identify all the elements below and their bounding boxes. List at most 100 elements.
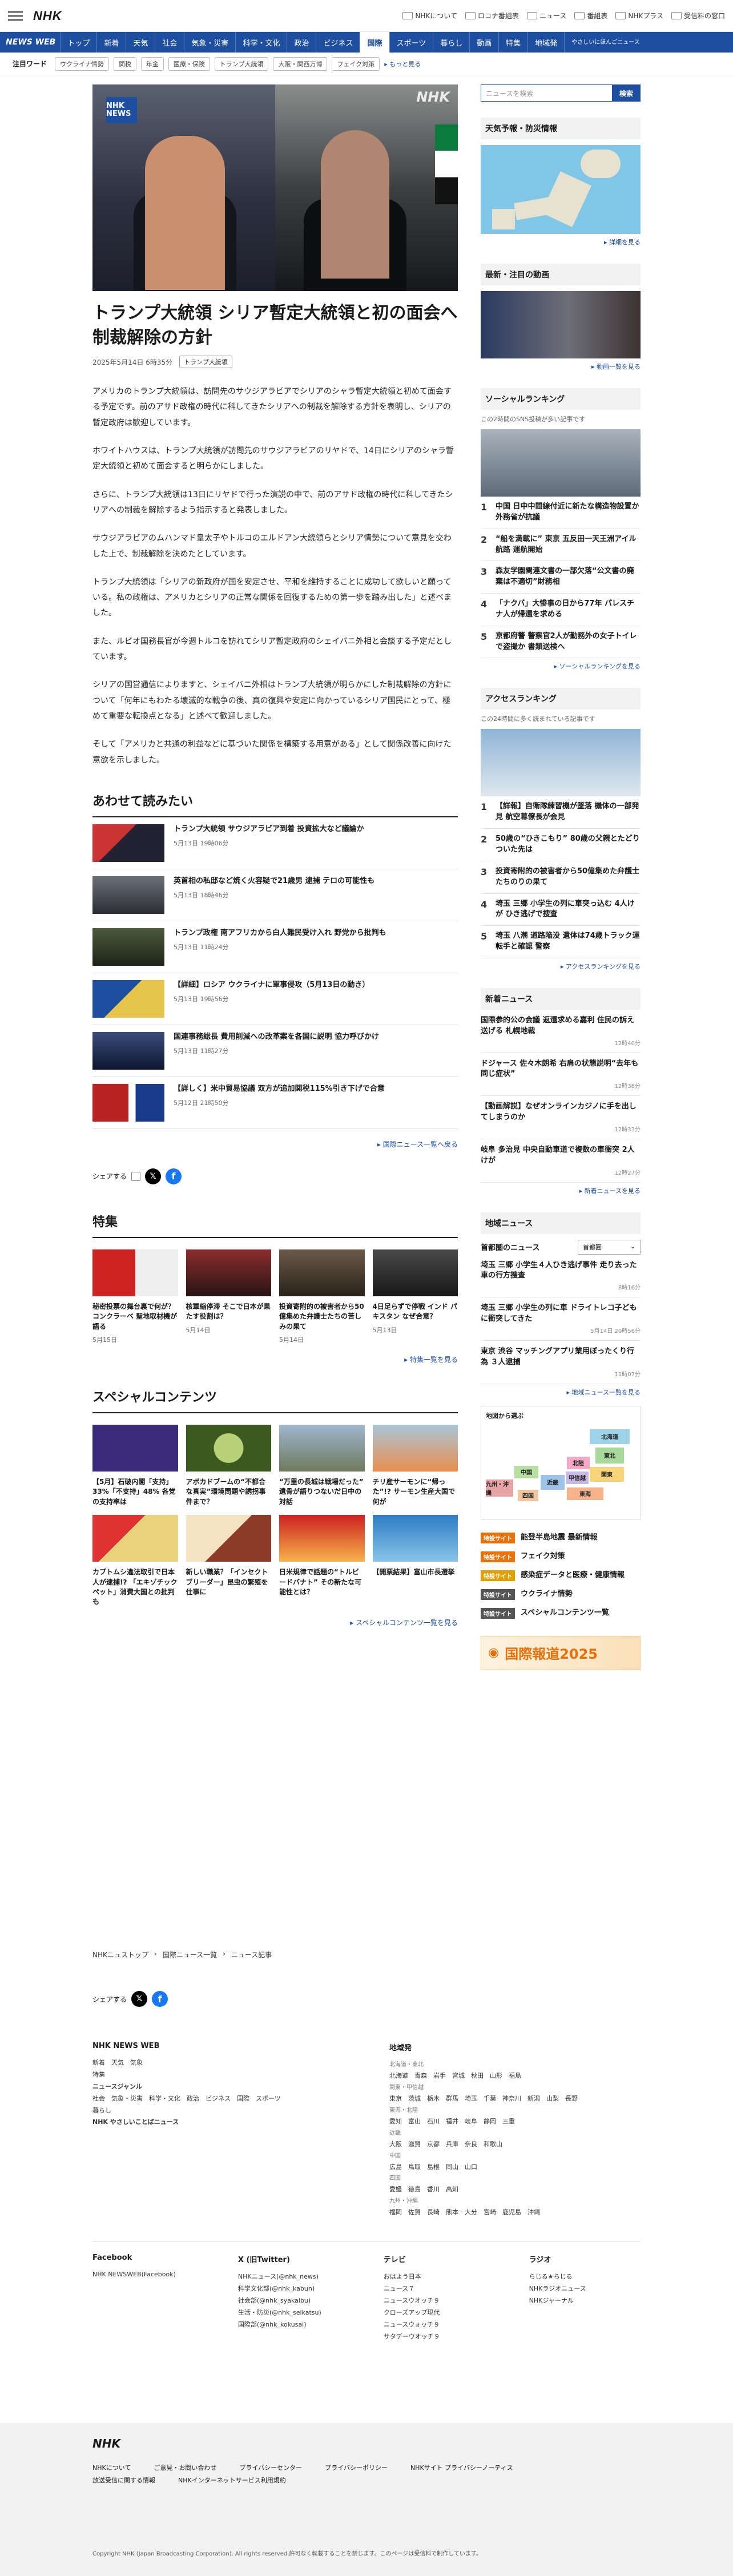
nav-brand[interactable]: NEWS WEB [6, 38, 55, 47]
special-site-link[interactable]: 特設サイト ウクライナ情勢 [481, 1589, 641, 1600]
special-card[interactable]: 新しい職業？「インセクトブリーダー」昆虫の繁殖を仕事に [186, 1515, 271, 1607]
news-item[interactable]: 岐阜 多治見 中央自動車道で複数の車衝突 2人けが 12時27分 [481, 1139, 641, 1183]
related-item[interactable]: トランプ政権 南アフリカから白人難民受け入れ 野党から批判も 5月13日 11時2… [92, 921, 458, 973]
ranking-item[interactable]: 1 中国 日中中間線付近に新たな構造物設置か 外務省が抗議 [481, 497, 641, 529]
access-ranking-more-link[interactable]: ▸ アクセスランキングを見る [481, 962, 641, 971]
video-thumbnail[interactable] [481, 291, 641, 358]
special-site-link[interactable]: 特設サイト スペシャルコンテンツ一覧 [481, 1607, 641, 1619]
header-link[interactable]: ロコナ番組表 [465, 11, 519, 21]
keyword-chip[interactable]: フェイク対策 [332, 57, 380, 71]
ranking-item[interactable]: 5 埼玉 八潮 道路陥没 遺体は74歳トラック運転手と確認 警察 [481, 926, 641, 958]
feature-card[interactable]: 秘密投票の舞台裏で何が？ コンクラーベ 聖地取材機が語る 5月15日 [92, 1249, 178, 1344]
facebook-share-icon[interactable]: f [152, 1991, 168, 2007]
region-shikoku[interactable]: 四国 [518, 1489, 538, 1501]
special-card[interactable]: 【5月】石破内閣「支持」33%「不支持」48% 各党の支持率は [92, 1425, 178, 1507]
region-chugoku[interactable]: 中国 [514, 1465, 538, 1478]
news-item[interactable]: 埼玉 三郷 小学生４人ひき逃げ事件 走り去った車の行方捜査 8時16分 [481, 1255, 641, 1298]
region-tokai[interactable]: 東海 [567, 1487, 603, 1500]
special-card[interactable]: “万里の長城は戦場だった” 遺骨が語りつないだ日中の対話 [279, 1425, 365, 1507]
international-list-link[interactable]: ▸ 国際ニュース一覧へ戻る [92, 1139, 458, 1149]
region-tohoku[interactable]: 東北 [595, 1447, 624, 1464]
ranking-item[interactable]: 4 埼玉 三郷 小学生の列に車突っ込む 4人けが ひき逃げで捜査 [481, 894, 641, 926]
ranking-item[interactable]: 1 【詳報】自衛隊練習機が墜落 機体の一部発見 航空幕僚長が会見 [481, 796, 641, 829]
header-link[interactable]: NHKについて [402, 11, 457, 21]
special-card[interactable]: カプトムシ違法取引で日本人が逮捕!? 「エキゾチックペット」消費大国との批判も [92, 1515, 178, 1607]
related-item[interactable]: 【詳細】ロシア ウクライナに軍事侵攻（5月13日の動き） 5月13日 19時56分 [92, 973, 458, 1025]
nav-item[interactable]: 暮らし [433, 32, 469, 53]
feature-card[interactable]: 核軍縮停滞 そこで日本が果たす役割は？ 5月14日 [186, 1249, 271, 1344]
nav-item[interactable]: やさしいにほんごニュース [564, 32, 640, 53]
search-input[interactable]: ニュースを検索 [481, 84, 612, 102]
menu-icon[interactable] [8, 11, 23, 21]
x-share-icon[interactable]: 𝕏 [131, 1991, 148, 2007]
keyword-chip[interactable]: 年金 [140, 57, 164, 71]
header-link[interactable]: 番組表 [574, 11, 607, 21]
news-item[interactable]: 埼玉 三郷 小学生の列に車 ドライトレコ子どもに衝突してきた 5月14日 20時5… [481, 1297, 641, 1341]
nav-item[interactable]: 社会 [155, 32, 184, 53]
video-more-link[interactable]: ▸ 動画一覧を見る [481, 362, 641, 371]
weather-more-link[interactable]: ▸ 詳細を見る [481, 237, 641, 247]
news-item[interactable]: ドジャース 佐々木朗希 右肩の状態説明“去年も同じ症状” 12時38分 [481, 1053, 641, 1096]
nav-item[interactable]: 科学・文化 [235, 32, 287, 53]
breadcrumb-item[interactable]: NHKニュストップ [92, 1950, 148, 1960]
copy-link-icon[interactable] [131, 1171, 141, 1181]
special-card[interactable]: アボカドブームの“不都合な真実”環境問題や誘拐事件まで？ [186, 1425, 271, 1507]
keyword-chip[interactable]: ウクライナ情勢 [55, 57, 109, 71]
special-site-link[interactable]: 特設サイト 感染症データと医療・健康情報 [481, 1570, 641, 1581]
related-item[interactable]: トランプ大統領 サウジアラビア到着 投資拡大など議論か 5月13日 19時06分 [92, 817, 458, 869]
social-ranking-image[interactable] [481, 429, 641, 497]
nav-item[interactable]: 地域発 [527, 32, 564, 53]
article-tag[interactable]: トランプ大統領 [179, 356, 232, 369]
special-card[interactable]: 日米規律で話題の“トルビードバナト” その新たな可能性とは？ [279, 1515, 365, 1607]
search-button[interactable]: 検索 [612, 84, 641, 102]
region-kyushu[interactable]: 九州・沖縄 [486, 1479, 513, 1497]
keyword-chip[interactable]: 医療・保険 [168, 57, 210, 71]
ranking-item[interactable]: 5 京都府警 警察官2人が勤務外の女子トイレで盗撮か 書類送検へ [481, 626, 641, 659]
keyword-chip[interactable]: 大阪・関西万博 [273, 57, 328, 71]
kokusai-hodo-banner[interactable]: ◉ 国際報道2025 [481, 1635, 641, 1670]
ranking-item[interactable]: 2 “船を満載に” 東京 五反田一天王洲アイル航路 運航開始 [481, 529, 641, 562]
nav-item[interactable]: ビジネス [316, 32, 360, 53]
news-item[interactable]: 【動画解説】なぜオンラインカジノに手を出してしまうのか 12時33分 [481, 1096, 641, 1139]
special-site-link[interactable]: 特設サイト フェイク対策 [481, 1551, 641, 1562]
nav-item[interactable]: 政治 [287, 32, 316, 53]
ranking-item[interactable]: 3 投資寄附的の被害者から50億集めた弁護士たちのりの果て [481, 861, 641, 894]
region-hokuriku[interactable]: 北陸 [567, 1456, 590, 1469]
related-item[interactable]: 【詳しく】米中貿易協議 双方が追加関税115%引き下げで合意 5月12日 21時5… [92, 1077, 458, 1129]
nav-item-active[interactable]: 国際 [360, 32, 389, 53]
header-link[interactable]: NHKプラス [615, 11, 663, 21]
regional-tab[interactable]: 首都圏のニュース [481, 1241, 539, 1252]
social-ranking-more-link[interactable]: ▸ ソーシャルランキングを見る [481, 662, 641, 671]
region-koshinetsu[interactable]: 甲信越 [566, 1471, 589, 1484]
access-ranking-image[interactable] [481, 729, 641, 797]
nhk-logo[interactable]: NHK [33, 9, 62, 23]
nav-item[interactable]: 気象・災害 [184, 32, 235, 53]
header-link[interactable]: ニュース [526, 11, 566, 21]
nav-item[interactable]: スポーツ [389, 32, 433, 53]
facebook-share-icon[interactable]: f [166, 1168, 182, 1184]
special-card[interactable]: 【開票結果】富山市長選挙 [372, 1515, 458, 1607]
header-link[interactable]: 受信料の窓口 [671, 11, 725, 21]
feature-card[interactable]: 4日足らずで停戦 インド パキスタン なぜ合意？ 5月13日 [372, 1249, 458, 1344]
nav-item[interactable]: 天気 [126, 32, 155, 53]
breadcrumb-item[interactable]: 国際ニュース一覧 [163, 1950, 217, 1960]
keyword-chip[interactable]: トランプ大統領 [214, 57, 269, 71]
features-more-link[interactable]: ▸ 特集一覧を見る [92, 1354, 458, 1364]
footer-logo[interactable]: NHK [92, 2437, 120, 2450]
region-select[interactable]: 首都圏 ⌄ [578, 1239, 641, 1255]
region-hokkaido[interactable]: 北海道 [590, 1429, 630, 1444]
news-item[interactable]: 国際参的公の会議 返還求める嘉利 住民の訴え送げる 札幌地裁 12時40分 [481, 1010, 641, 1053]
region-kinki[interactable]: 近畿 [541, 1474, 565, 1490]
nav-item[interactable]: トップ [60, 32, 96, 53]
region-kanto[interactable]: 関東 [590, 1466, 624, 1482]
x-share-icon[interactable]: 𝕏 [145, 1168, 162, 1184]
special-site-link[interactable]: 特設サイト 能登半島地震 最新情報 [481, 1532, 641, 1543]
nav-item[interactable]: 動画 [469, 32, 498, 53]
keyword-more-link[interactable]: ▸ もっと見る [384, 59, 421, 68]
new-arrivals-more-link[interactable]: ▸ 新着ニュースを見る [481, 1186, 641, 1195]
ranking-item[interactable]: 4 「ナクバ」大惨事の日から77年 パレスチナ人が帰還を求める [481, 594, 641, 626]
special-card[interactable]: チリ産サーモンに“帰った”!? サーモン生産大国で何が [372, 1425, 458, 1507]
ranking-item[interactable]: 3 森友学園関連文書の一部欠落“公文書の廃棄は不適切”財務相 [481, 561, 641, 594]
related-item[interactable]: 国連事務総長 費用削減への改革案を各国に説明 協力呼びかけ 5月13日 11時27… [92, 1025, 458, 1077]
specials-more-link[interactable]: ▸ スペシャルコンテンツ一覧を見る [92, 1618, 458, 1627]
